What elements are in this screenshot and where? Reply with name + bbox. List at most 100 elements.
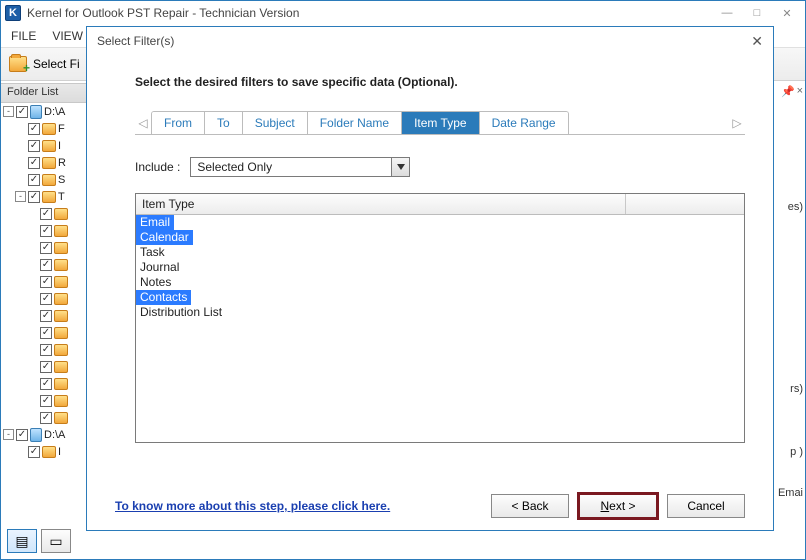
menu-file[interactable]: FILE xyxy=(11,29,36,43)
list-item-label: Notes xyxy=(136,275,175,289)
tab-scroll-left-icon[interactable]: ◁ xyxy=(135,116,151,130)
checkbox[interactable]: ✓ xyxy=(40,310,52,322)
tree-node[interactable]: ✓I xyxy=(15,443,95,460)
expand-icon[interactable]: - xyxy=(3,429,14,440)
checkbox[interactable]: ✓ xyxy=(40,276,52,288)
checkbox[interactable]: ✓ xyxy=(40,327,52,339)
checkbox[interactable]: ✓ xyxy=(28,140,40,152)
side-text-3: p ) xyxy=(790,446,803,458)
include-row: Include : Selected Only xyxy=(135,157,745,177)
checkbox[interactable]: ✓ xyxy=(28,174,40,186)
tab-folder-name[interactable]: Folder Name xyxy=(308,112,402,134)
pin-icon[interactable]: 📌 xyxy=(781,85,795,98)
folder-icon xyxy=(54,395,68,407)
checkbox[interactable]: ✓ xyxy=(28,123,40,135)
checkbox[interactable]: ✓ xyxy=(28,157,40,169)
include-dropdown[interactable]: Selected Only xyxy=(190,157,410,177)
folder-list-header: Folder List xyxy=(1,83,91,103)
close-button[interactable]: ✕ xyxy=(773,4,801,22)
folder-icon xyxy=(42,174,56,186)
next-button[interactable]: Next > xyxy=(579,494,657,518)
window-title: Kernel for Outlook PST Repair - Technici… xyxy=(27,6,713,20)
tree-node[interactable]: ✓ xyxy=(27,205,95,222)
checkbox[interactable]: ✓ xyxy=(40,361,52,373)
dialog-title-bar: Select Filter(s) ✕ xyxy=(87,27,773,55)
list-body[interactable]: EmailCalendarTaskJournalNotesContactsDis… xyxy=(136,215,744,442)
tab-to[interactable]: To xyxy=(205,112,243,134)
checkbox[interactable]: ✓ xyxy=(40,242,52,254)
tree-node[interactable]: -✓T xyxy=(15,188,95,205)
side-text-2: rs) xyxy=(790,383,803,395)
tree-node[interactable]: ✓I xyxy=(15,137,95,154)
database-icon xyxy=(30,105,42,119)
folder-icon xyxy=(54,242,68,254)
chevron-down-icon[interactable] xyxy=(391,158,409,176)
folder-icon xyxy=(54,344,68,356)
tab-item-type[interactable]: Item Type xyxy=(402,112,479,134)
tree-node[interactable]: ✓ xyxy=(27,273,95,290)
checkbox[interactable]: ✓ xyxy=(40,293,52,305)
tree-node[interactable]: ✓ xyxy=(27,392,95,409)
checkbox[interactable]: ✓ xyxy=(40,225,52,237)
menu-view[interactable]: VIEW xyxy=(52,29,83,43)
maximize-button[interactable]: □ xyxy=(743,4,771,22)
tree-node[interactable]: ✓ xyxy=(27,409,95,426)
column-item-type[interactable]: Item Type xyxy=(136,194,626,214)
open-folder-icon[interactable] xyxy=(9,56,27,72)
checkbox[interactable]: ✓ xyxy=(40,259,52,271)
view-preview-button[interactable]: ▭ xyxy=(41,529,71,553)
item-type-list[interactable]: Item Type EmailCalendarTaskJournalNotesC… xyxy=(135,193,745,443)
list-item-label: Journal xyxy=(136,260,183,274)
list-item[interactable]: Distribution List xyxy=(136,305,744,320)
tree-node[interactable]: ✓ xyxy=(27,358,95,375)
tree-node[interactable]: -✓D:\A xyxy=(3,103,95,120)
filter-tab-row: ◁ FromToSubjectFolder NameItem TypeDate … xyxy=(135,111,745,135)
checkbox[interactable]: ✓ xyxy=(40,344,52,356)
checkbox[interactable]: ✓ xyxy=(40,412,52,424)
list-item[interactable]: Task xyxy=(136,245,744,260)
expand-icon[interactable]: - xyxy=(3,106,14,117)
cancel-button[interactable]: Cancel xyxy=(667,494,745,518)
expand-icon[interactable]: - xyxy=(15,191,26,202)
minimize-button[interactable]: — xyxy=(713,4,741,22)
checkbox[interactable]: ✓ xyxy=(40,208,52,220)
tree-node[interactable]: ✓ xyxy=(27,324,95,341)
view-switcher: ▤ ▭ xyxy=(7,529,71,553)
tab-scroll-right-icon[interactable]: ▷ xyxy=(729,116,745,130)
tree-node[interactable]: ✓ xyxy=(27,290,95,307)
list-item[interactable]: Notes xyxy=(136,275,744,290)
tree-node[interactable]: ✓ xyxy=(27,341,95,358)
tab-subject[interactable]: Subject xyxy=(243,112,308,134)
checkbox[interactable]: ✓ xyxy=(28,446,40,458)
dialog-close-icon[interactable]: ✕ xyxy=(751,33,763,50)
panel-close-icon[interactable]: × xyxy=(797,85,803,97)
checkbox[interactable]: ✓ xyxy=(16,429,28,441)
checkbox[interactable]: ✓ xyxy=(16,106,28,118)
tree-node[interactable]: ✓R xyxy=(15,154,95,171)
back-button[interactable]: < Back xyxy=(491,494,569,518)
tree-node[interactable]: ✓S xyxy=(15,171,95,188)
tree-label: S xyxy=(58,174,65,186)
folder-tree[interactable]: -✓D:\A✓F✓I✓R✓S-✓T✓✓✓✓✓✓✓✓✓✓✓✓✓-✓D:\A✓I xyxy=(3,103,95,503)
tree-node[interactable]: ✓ xyxy=(27,256,95,273)
tree-node[interactable]: ✓ xyxy=(27,239,95,256)
dialog-buttons: < Back Next > Cancel xyxy=(491,494,745,518)
checkbox[interactable]: ✓ xyxy=(28,191,40,203)
tree-node[interactable]: -✓D:\A xyxy=(3,426,95,443)
tree-node[interactable]: ✓ xyxy=(27,375,95,392)
list-item[interactable]: Journal xyxy=(136,260,744,275)
tree-node[interactable]: ✓ xyxy=(27,222,95,239)
help-link[interactable]: To know more about this step, please cli… xyxy=(115,499,390,513)
tab-from[interactable]: From xyxy=(152,112,205,134)
list-item[interactable]: Email xyxy=(136,215,744,230)
tree-node[interactable]: ✓F xyxy=(15,120,95,137)
tree-node[interactable]: ✓ xyxy=(27,307,95,324)
dialog-instruction: Select the desired filters to save speci… xyxy=(135,75,745,89)
list-item[interactable]: Contacts xyxy=(136,290,744,305)
list-item[interactable]: Calendar xyxy=(136,230,744,245)
view-list-button[interactable]: ▤ xyxy=(7,529,37,553)
app-icon: K xyxy=(5,5,21,21)
tab-date-range[interactable]: Date Range xyxy=(480,112,568,134)
checkbox[interactable]: ✓ xyxy=(40,395,52,407)
checkbox[interactable]: ✓ xyxy=(40,378,52,390)
